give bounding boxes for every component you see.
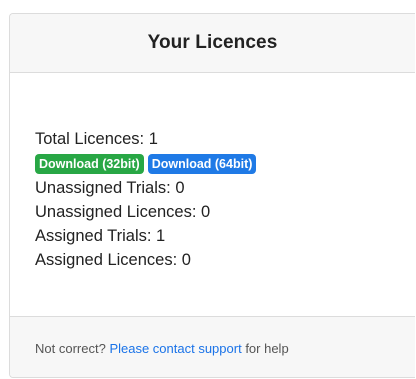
download-buttons: Download (32bit) Download (64bit) — [35, 152, 415, 176]
unassigned-licences-text: Unassigned Licences: 0 — [35, 203, 211, 221]
contact-support-link[interactable]: Please contact support — [109, 341, 241, 356]
licences-card: Your Licences Total Licences: 1 Download… — [9, 13, 415, 378]
assigned-trials-text: Assigned Trials: 1 — [35, 227, 166, 245]
download-64bit-button[interactable]: Download (64bit) — [147, 154, 257, 174]
card-header: Your Licences — [10, 14, 415, 73]
unassigned-trials-text: Unassigned Trials: 0 — [35, 179, 185, 197]
download-32bit-button[interactable]: Download (32bit) — [35, 154, 144, 174]
card-footer: Not correct? Please contact support for … — [10, 316, 415, 377]
total-licences-text: Total Licences: 1 — [35, 130, 158, 148]
card-title: Your Licences — [147, 32, 278, 53]
assigned-licences-text: Assigned Licences: 0 — [35, 251, 191, 269]
footer-suffix-text: for help — [245, 340, 289, 356]
footer-prefix-text: Not correct? — [35, 340, 106, 356]
card-body: Total Licences: 1 Download (32bit) Downl… — [10, 73, 415, 316]
